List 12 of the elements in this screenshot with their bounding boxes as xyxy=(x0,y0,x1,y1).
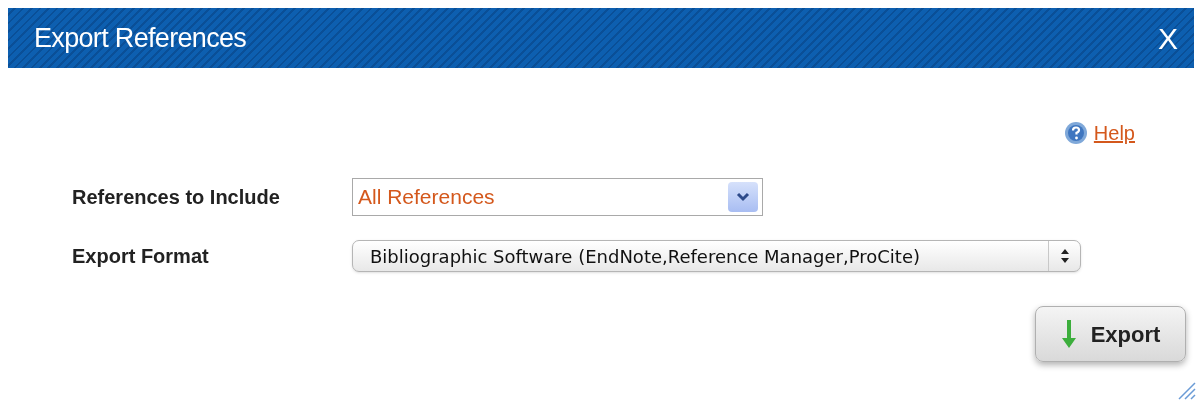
field-label: References to Include xyxy=(72,185,281,210)
format-select[interactable]: Bibliographic Software (EndNote,Reference Manager,ProCite) xyxy=(352,240,1081,272)
export-button[interactable]: Export xyxy=(1035,306,1186,362)
chevron-down-icon xyxy=(728,182,758,212)
help-link[interactable]: Help xyxy=(1063,118,1135,148)
window-title: Export References xyxy=(34,21,247,55)
down-arrow-icon xyxy=(1060,320,1077,348)
field-label: Export Format xyxy=(72,244,210,269)
help-icon xyxy=(1063,121,1088,145)
dropdown-field[interactable]: All References xyxy=(352,178,763,216)
close-button[interactable]: X xyxy=(1158,15,1178,61)
up-down-arrows-icon xyxy=(1060,249,1069,263)
